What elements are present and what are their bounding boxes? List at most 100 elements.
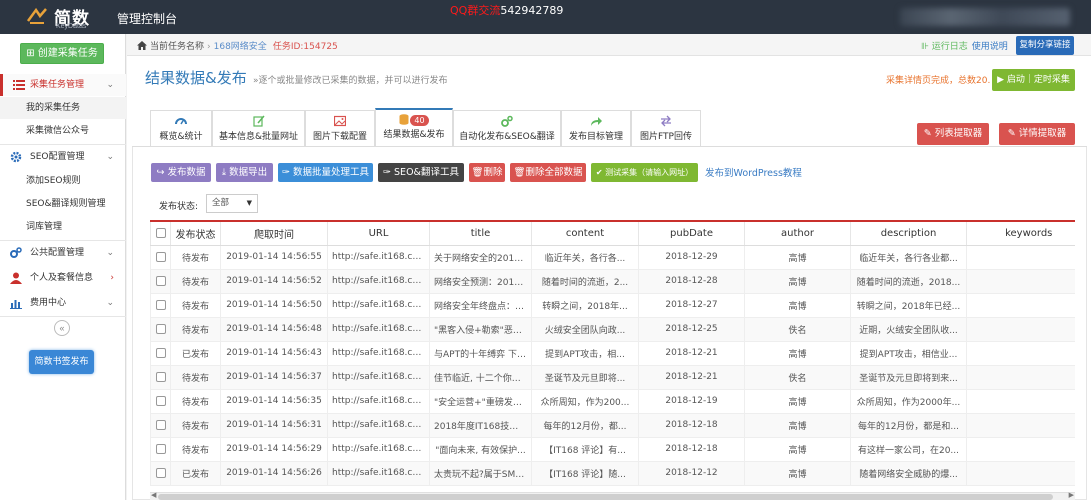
publish-status-select[interactable]: 全部 ▼ <box>206 194 258 213</box>
column-header[interactable]: description <box>850 220 967 246</box>
scroll-left-icon[interactable]: ◀ <box>151 491 156 499</box>
column-header[interactable]: URL <box>327 220 430 246</box>
sidebar-section-label: 公共配置管理 <box>30 248 85 258</box>
select-all-cell[interactable] <box>150 220 171 246</box>
sidebar-item-seo-rules[interactable]: SEO&翻译规则管理 <box>0 193 126 215</box>
sidebar-section-billing[interactable]: 费用中心 ⌄ <box>0 292 126 314</box>
chevron-down-icon: ⌄ <box>106 80 114 90</box>
run-log-link[interactable]: ⊪ 运行日志 <box>921 42 968 52</box>
delete-button[interactable]: 🗑删除 <box>469 163 505 182</box>
user-info-blurred[interactable] <box>900 8 1070 26</box>
row-select-cell[interactable] <box>150 269 171 294</box>
tab-automation[interactable]: 自动化发布&SEO&翻译 <box>453 110 561 146</box>
sidebar-section-seo[interactable]: SEO配置管理 ⌄ <box>0 146 126 168</box>
wordpress-tutorial-link[interactable]: 发布到WordPress教程 <box>705 165 802 179</box>
tab-label: 图片下载配置 <box>312 132 367 142</box>
delete-all-button[interactable]: 🗑删除全部数据 <box>510 163 586 182</box>
table-cell: http://safe.it168.co... <box>327 437 430 462</box>
row-checkbox[interactable] <box>155 275 166 286</box>
tab-results[interactable]: 40 结果数据&发布 <box>375 108 453 146</box>
table-cell: 2019-01-14 14:56:48 <box>220 317 328 342</box>
row-select-cell[interactable] <box>150 317 171 342</box>
sidebar-section-tasks[interactable]: 采集任务管理 ⌄ <box>0 74 126 96</box>
row-checkbox[interactable] <box>155 419 166 430</box>
column-header[interactable]: 爬取时间 <box>220 220 328 246</box>
detail-extractor-button[interactable]: ✎ 详情提取器 <box>999 123 1075 145</box>
export-data-button[interactable]: ⤓ 数据导出 <box>216 163 273 182</box>
create-task-button[interactable]: ⊞ 创建采集任务 <box>20 43 104 64</box>
column-header[interactable]: 发布状态 <box>170 220 221 246</box>
column-header[interactable]: content <box>531 220 639 246</box>
scrollbar-thumb[interactable] <box>158 494 1053 500</box>
row-checkbox[interactable] <box>155 323 166 334</box>
row-checkbox[interactable] <box>155 299 166 310</box>
row-checkbox[interactable] <box>155 371 166 382</box>
column-header[interactable]: author <box>744 220 851 246</box>
row-select-cell[interactable] <box>150 293 171 318</box>
table-row[interactable]: 待发布 2019-01-14 14:56:37 http://safe.it168.… <box>150 365 1075 390</box>
table-row[interactable]: 待发布 2019-01-14 14:56:55 http://safe.it168.… <box>150 245 1075 270</box>
results-table-wrapper: 发布状态 爬取时间 URL title content pubDate auth… <box>150 220 1075 500</box>
table-row[interactable]: 待发布 2019-01-14 14:56:48 http://safe.it168.… <box>150 317 1075 342</box>
sidebar-item-add-seo[interactable]: 添加SEO规则 <box>0 170 126 192</box>
edit-icon: ✎ <box>1007 128 1019 139</box>
main-content: 当前任务名称 › 168网络安全 任务ID:154725 ⊪ 运行日志 使用说明 复制分… <box>127 34 1091 500</box>
guide-link[interactable]: 使用说明 <box>972 42 1008 52</box>
tab-basic-info[interactable]: 基本信息&批量网址 <box>212 110 305 146</box>
batch-tool-button[interactable]: ✑ 数据批量处理工具 <box>278 163 373 182</box>
table-cell: 2018-12-18 <box>638 437 745 462</box>
column-header[interactable]: pubDate <box>638 220 745 246</box>
sidebar-section-common[interactable]: 公共配置管理 ⌄ <box>0 242 126 264</box>
column-header[interactable]: keywords <box>966 220 1075 246</box>
result-count-badge: 40 <box>410 115 429 126</box>
seo-tool-label: SEO&翻译工具 <box>394 167 459 178</box>
publish-data-button[interactable]: ↪ 发布数据 <box>151 163 211 182</box>
table-row[interactable]: 已发布 2019-01-14 14:56:26 http://safe.it168.… <box>150 461 1075 486</box>
table-row[interactable]: 待发布 2019-01-14 14:56:35 http://safe.it168.… <box>150 389 1075 414</box>
logo-icon <box>26 7 47 24</box>
row-select-cell[interactable] <box>150 365 171 390</box>
sidebar-item-lexicon[interactable]: 词库管理 <box>0 216 126 238</box>
table-cell: 圣诞节及元旦即将... <box>531 365 639 390</box>
table-row[interactable]: 待发布 2019-01-14 14:56:50 http://safe.it168.… <box>150 293 1075 318</box>
row-select-cell[interactable] <box>150 437 171 462</box>
tab-publish-target[interactable]: 发布目标管理 <box>561 110 631 146</box>
row-checkbox[interactable] <box>155 251 166 262</box>
table-row[interactable]: 已发布 2019-01-14 14:56:43 http://safe.it168.… <box>150 341 1075 366</box>
row-checkbox[interactable] <box>155 395 166 406</box>
page-title: 结果数据&发布 <box>145 69 247 87</box>
row-select-cell[interactable] <box>150 341 171 366</box>
horizontal-scrollbar[interactable]: ◀ ▶ <box>150 492 1075 500</box>
sidebar-item-wechat[interactable]: 采集微信公众号 <box>0 120 126 142</box>
seo-tool-button[interactable]: ✑ SEO&翻译工具 <box>378 163 464 182</box>
logo[interactable]: 简数 KeyDatas <box>24 4 108 30</box>
table-row[interactable]: 待发布 2019-01-14 14:56:29 http://safe.it168.… <box>150 437 1075 462</box>
breadcrumb-task-name[interactable]: 168网络安全 <box>214 42 267 52</box>
tab-ftp[interactable]: 图片FTP回传 <box>631 110 701 146</box>
row-checkbox[interactable] <box>155 347 166 358</box>
row-select-cell[interactable] <box>150 461 171 486</box>
table-row[interactable]: 待发布 2019-01-14 14:56:52 http://safe.it168.… <box>150 269 1075 294</box>
list-extractor-button[interactable]: ✎ 列表提取器 <box>917 123 989 145</box>
copy-share-link-button[interactable]: 复制分享链接 <box>1016 36 1074 55</box>
row-select-cell[interactable] <box>150 245 171 270</box>
row-checkbox[interactable] <box>155 443 166 454</box>
tab-image-download[interactable]: 图片下载配置 <box>305 110 375 146</box>
home-icon <box>137 41 147 50</box>
row-select-cell[interactable] <box>150 413 171 438</box>
sidebar-item-my-tasks[interactable]: 我的采集任务 <box>0 97 126 119</box>
table-row[interactable]: 待发布 2019-01-14 14:56:31 http://safe.it168.… <box>150 413 1075 438</box>
tab-overview[interactable]: 概览&统计 <box>150 110 212 146</box>
column-header[interactable]: title <box>429 220 532 246</box>
row-checkbox[interactable] <box>155 467 166 478</box>
gears-icon <box>10 247 22 258</box>
select-all-checkbox[interactable] <box>155 227 166 238</box>
test-collect-button[interactable]: ✔ 测试采集（请输入网址） <box>591 163 698 182</box>
bookmark-publish-button[interactable]: 简数书签发布 <box>29 350 94 374</box>
scroll-right-icon[interactable]: ▶ <box>1069 491 1074 499</box>
start-schedule-button[interactable]: ▶ 启动｜定时采集 <box>992 69 1075 91</box>
row-select-cell[interactable] <box>150 389 171 414</box>
collapse-sidebar-button[interactable]: « <box>54 320 70 336</box>
table-cell: http://safe.it168.co... <box>327 389 430 414</box>
sidebar-section-account[interactable]: 个人及套餐信息 › <box>0 267 126 289</box>
